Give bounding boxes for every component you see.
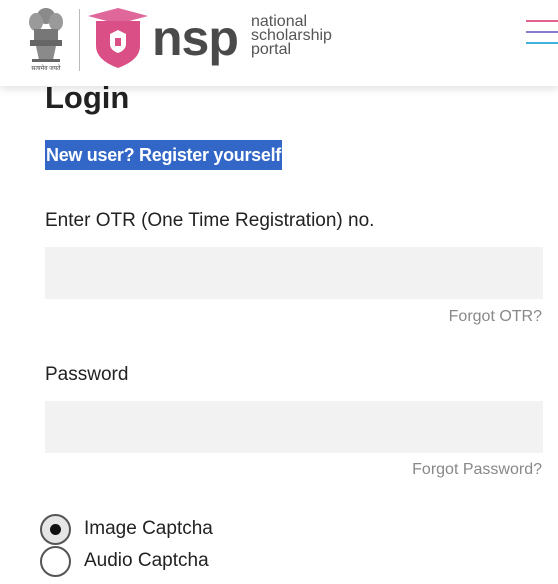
subtitle-line: portal [251,41,292,58]
radio-button[interactable] [40,513,71,545]
otr-input[interactable] [45,247,543,299]
menu-bar [526,31,558,33]
nsp-logo-subtitle: national scholarship portal [251,14,332,58]
radio-label: Image Captcha [84,518,213,539]
password-input[interactable] [45,401,543,453]
nsp-cap-logo-icon [88,8,148,68]
header-divider [79,9,80,71]
image-captcha-option[interactable]: Image Captcha [40,513,213,545]
hamburger-menu-icon[interactable] [526,20,558,58]
site-header: सत्यमेव जयते nsp national scholarship po… [0,0,558,86]
menu-bar [526,42,558,44]
password-label: Password [45,364,129,385]
forgot-otr-link[interactable]: Forgot OTR? [449,308,542,326]
audio-captcha-option[interactable]: Audio Captcha [40,545,209,577]
radio-label: Audio Captcha [84,550,209,571]
otr-label: Enter OTR (One Time Registration) no. [45,210,375,231]
radio-button[interactable] [40,545,71,577]
register-link[interactable]: New user? Register yourself [45,140,282,170]
emblem-caption: सत्यमेव जयते [31,66,61,72]
login-form: Login New user? Register yourself Enter … [0,80,558,584]
nsp-logo-text: nsp [152,10,239,66]
menu-bar [526,20,558,22]
forgot-password-link[interactable]: Forgot Password? [412,461,542,479]
